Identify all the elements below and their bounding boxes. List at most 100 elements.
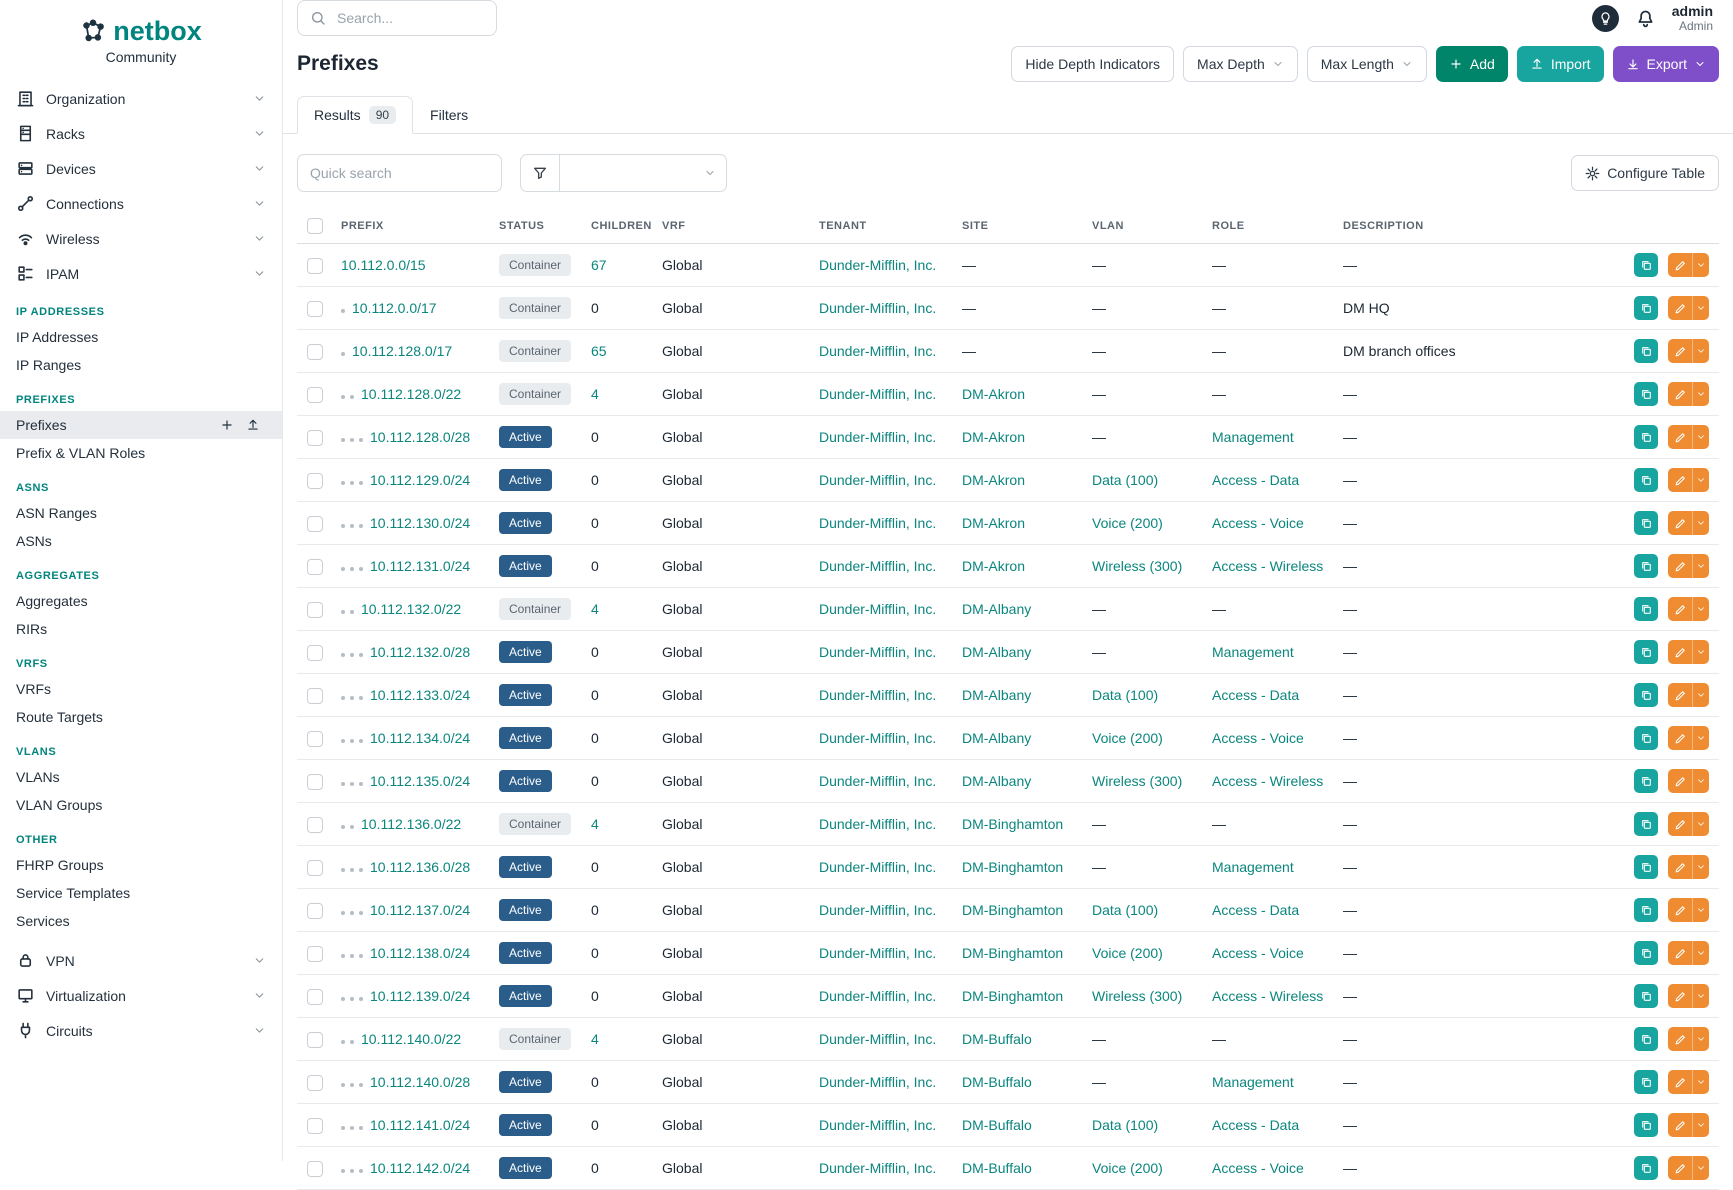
copy-button[interactable] (1634, 640, 1658, 664)
site-link[interactable]: DM-Akron (962, 558, 1025, 574)
role-link[interactable]: Access - Data (1212, 1117, 1299, 1133)
role-link[interactable]: Access - Wireless (1212, 988, 1323, 1004)
import-button[interactable]: Import (1517, 46, 1604, 82)
tenant-link[interactable]: Dunder-Mifflin, Inc. (819, 644, 936, 660)
edit-button[interactable] (1668, 898, 1692, 922)
column-header-description[interactable]: DESCRIPTION (1333, 208, 1469, 244)
max-length-button[interactable]: Max Length (1307, 46, 1427, 82)
edit-button[interactable] (1668, 812, 1692, 836)
edit-dropdown-button[interactable] (1692, 855, 1709, 879)
edit-button[interactable] (1668, 726, 1692, 750)
edit-dropdown-button[interactable] (1692, 511, 1709, 535)
prefix-link[interactable]: 10.112.128.0/17 (352, 343, 452, 359)
tenant-link[interactable]: Dunder-Mifflin, Inc. (819, 515, 936, 531)
site-link[interactable]: DM-Akron (962, 429, 1025, 445)
vlan-link[interactable]: Data (100) (1092, 902, 1158, 918)
hide-depth-indicators-button[interactable]: Hide Depth Indicators (1011, 46, 1174, 82)
sidebar-item-services[interactable]: Services (0, 907, 282, 935)
copy-button[interactable] (1634, 554, 1658, 578)
edit-dropdown-button[interactable] (1692, 1027, 1709, 1051)
column-header-vlan[interactable]: VLAN (1082, 208, 1202, 244)
quick-search-input[interactable] (297, 154, 502, 192)
edit-button[interactable] (1668, 339, 1692, 363)
sidebar-item-connections[interactable]: Connections (0, 186, 282, 221)
column-header-tenant[interactable]: TENANT (809, 208, 952, 244)
prefix-link[interactable]: 10.112.130.0/24 (370, 515, 470, 531)
site-link[interactable]: DM-Binghamton (962, 859, 1063, 875)
row-checkbox[interactable] (307, 1075, 323, 1091)
role-link[interactable]: Access - Voice (1212, 1160, 1304, 1176)
edit-button[interactable] (1668, 1027, 1692, 1051)
sidebar-item-organization[interactable]: Organization (0, 81, 282, 116)
tab-filters[interactable]: Filters (413, 96, 485, 134)
edit-dropdown-button[interactable] (1692, 468, 1709, 492)
edit-dropdown-button[interactable] (1692, 683, 1709, 707)
children-link[interactable]: 67 (591, 257, 607, 273)
edit-button[interactable] (1668, 1156, 1692, 1180)
edit-dropdown-button[interactable] (1692, 597, 1709, 621)
prefix-link[interactable]: 10.112.132.0/28 (370, 644, 470, 660)
row-checkbox[interactable] (307, 516, 323, 532)
copy-button[interactable] (1634, 1113, 1658, 1137)
edit-button[interactable] (1668, 554, 1692, 578)
row-checkbox[interactable] (307, 817, 323, 833)
sidebar-item-service-templates[interactable]: Service Templates (0, 879, 282, 907)
column-header-status[interactable]: STATUS (489, 208, 581, 244)
prefix-link[interactable]: 10.112.131.0/24 (370, 558, 470, 574)
edit-dropdown-button[interactable] (1692, 640, 1709, 664)
prefix-link[interactable]: 10.112.141.0/24 (370, 1117, 470, 1133)
edit-dropdown-button[interactable] (1692, 425, 1709, 449)
prefix-link[interactable]: 10.112.140.0/28 (370, 1074, 470, 1090)
edit-button[interactable] (1668, 468, 1692, 492)
site-link[interactable]: DM-Buffalo (962, 1117, 1032, 1133)
tenant-link[interactable]: Dunder-Mifflin, Inc. (819, 988, 936, 1004)
edit-button[interactable] (1668, 769, 1692, 793)
edit-button[interactable] (1668, 382, 1692, 406)
sidebar-item-aggregates[interactable]: Aggregates (0, 587, 282, 615)
edit-button[interactable] (1668, 855, 1692, 879)
edit-dropdown-button[interactable] (1692, 1156, 1709, 1180)
quick-add-button[interactable] (220, 418, 234, 432)
row-checkbox[interactable] (307, 559, 323, 575)
sidebar-item-devices[interactable]: Devices (0, 151, 282, 186)
row-checkbox[interactable] (307, 344, 323, 360)
tenant-link[interactable]: Dunder-Mifflin, Inc. (819, 558, 936, 574)
copy-button[interactable] (1634, 769, 1658, 793)
global-search[interactable] (297, 0, 497, 36)
role-link[interactable]: Access - Data (1212, 472, 1299, 488)
row-checkbox[interactable] (307, 688, 323, 704)
copy-button[interactable] (1634, 511, 1658, 535)
site-link[interactable]: DM-Binghamton (962, 945, 1063, 961)
copy-button[interactable] (1634, 984, 1658, 1008)
edit-dropdown-button[interactable] (1692, 339, 1709, 363)
vlan-link[interactable]: Wireless (300) (1092, 988, 1182, 1004)
site-link[interactable]: DM-Binghamton (962, 988, 1063, 1004)
sidebar-item-prefixes[interactable]: Prefixes (0, 411, 282, 439)
prefix-link[interactable]: 10.112.128.0/28 (370, 429, 470, 445)
tenant-link[interactable]: Dunder-Mifflin, Inc. (819, 945, 936, 961)
prefix-link[interactable]: 10.112.0.0/15 (341, 257, 426, 273)
children-link[interactable]: 4 (591, 601, 599, 617)
role-link[interactable]: Access - Voice (1212, 730, 1304, 746)
role-link[interactable]: Access - Voice (1212, 515, 1304, 531)
role-link[interactable]: Access - Wireless (1212, 558, 1323, 574)
copy-button[interactable] (1634, 253, 1658, 277)
copy-button[interactable] (1634, 1027, 1658, 1051)
copy-button[interactable] (1634, 468, 1658, 492)
tenant-link[interactable]: Dunder-Mifflin, Inc. (819, 687, 936, 703)
sidebar-item-vpn[interactable]: VPN (0, 943, 282, 978)
sidebar-item-route-targets[interactable]: Route Targets (0, 703, 282, 731)
copy-button[interactable] (1634, 855, 1658, 879)
role-link[interactable]: Management (1212, 644, 1294, 660)
filter-button[interactable] (520, 154, 560, 192)
edit-button[interactable] (1668, 425, 1692, 449)
edit-dropdown-button[interactable] (1692, 898, 1709, 922)
copy-button[interactable] (1634, 425, 1658, 449)
prefix-link[interactable]: 10.112.132.0/22 (361, 601, 461, 617)
role-link[interactable]: Management (1212, 859, 1294, 875)
vlan-link[interactable]: Data (100) (1092, 687, 1158, 703)
role-link[interactable]: Access - Data (1212, 687, 1299, 703)
sidebar-item-wireless[interactable]: Wireless (0, 221, 282, 256)
tenant-link[interactable]: Dunder-Mifflin, Inc. (819, 1074, 936, 1090)
edit-button[interactable] (1668, 941, 1692, 965)
